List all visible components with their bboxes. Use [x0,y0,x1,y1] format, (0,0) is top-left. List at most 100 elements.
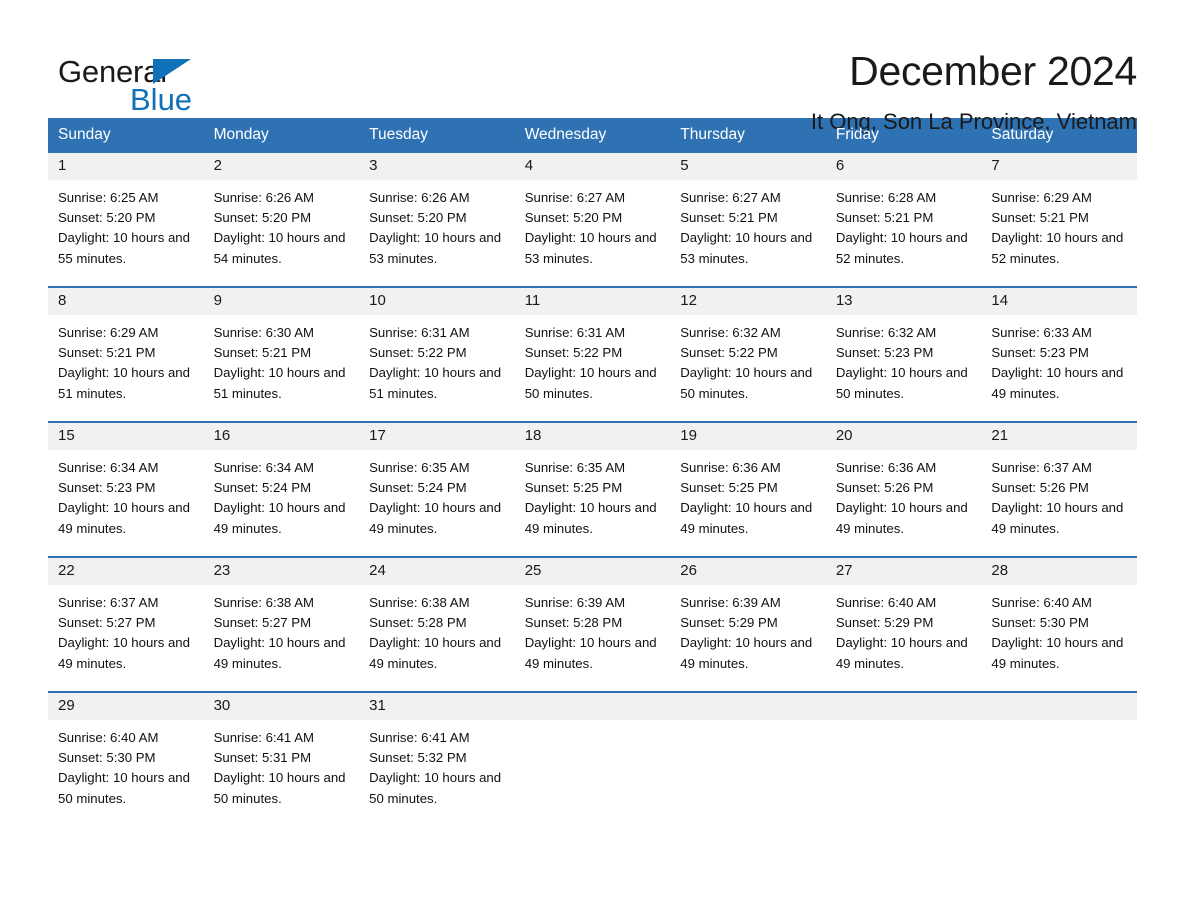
day-details: Sunrise: 6:31 AM Sunset: 5:22 PM Daylight:… [359,315,515,404]
sunrise-text: Sunrise: 6:36 AM [835,460,937,475]
sunset-text: Sunset: 5:27 PM [213,615,312,631]
calendar-day-cell[interactable]: 10 Sunrise: 6:31 AM Sunset: 5:22 PM Dayligh… [359,286,515,422]
calendar-day-cell[interactable]: 14 Sunrise: 6:33 AM Sunset: 5:23 PM Dayligh… [981,286,1137,422]
day-number [981,693,1137,720]
sunrise-text: Sunrise: 6:30 AM [213,325,314,340]
day-cell-inner: 15 Sunrise: 6:34 AM Sunset: 5:23 PM Dayligh… [48,423,204,556]
day-cell-inner: 25 Sunrise: 6:39 AM Sunset: 5:28 PM Dayligh… [514,558,671,691]
sunset-text: Sunset: 5:26 PM [835,480,934,496]
calendar-day-cell[interactable]: 18 Sunrise: 6:35 AM Sunset: 5:25 PM Dayligh… [514,421,671,557]
calendar-day-cell[interactable]: 28 Sunrise: 6:40 AM Sunset: 5:30 PM Dayligh… [981,556,1137,692]
calendar-day-cell[interactable]: 8 Sunrise: 6:29 AM Sunset: 5:21 PM Daylight… [48,286,204,422]
calendar-day-cell[interactable]: 13 Sunrise: 6:32 AM Sunset: 5:23 PM Dayligh… [825,286,982,422]
sunset-text: Sunset: 5:28 PM [524,615,623,631]
calendar-day-cell[interactable]: 31 Sunrise: 6:41 AM Sunset: 5:32 PM Dayligh… [359,691,515,826]
daylight-text: Daylight: 10 hours and 49 minutes. [524,500,657,536]
daylight-text: Daylight: 10 hours and 49 minutes. [991,365,1124,401]
calendar-day-cell-empty [670,691,826,826]
calendar-day-cell[interactable]: 5 Sunrise: 6:27 AM Sunset: 5:21 PM Daylight… [670,153,826,287]
day-details: Sunrise: 6:25 AM Sunset: 5:20 PM Daylight:… [48,180,204,269]
day-cell-inner: 8 Sunrise: 6:29 AM Sunset: 5:21 PM Daylight… [48,288,204,421]
calendar-week-row: 22 Sunrise: 6:37 AM Sunset: 5:27 PM Dayligh… [48,556,1137,692]
day-cell-inner: 9 Sunrise: 6:30 AM Sunset: 5:21 PM Daylight… [203,288,360,421]
calendar-day-cell[interactable]: 12 Sunrise: 6:32 AM Sunset: 5:22 PM Dayligh… [670,286,826,422]
day-details: Sunrise: 6:40 AM Sunset: 5:30 PM Daylight:… [48,720,204,809]
daylight-text: Daylight: 10 hours and 55 minutes. [58,230,190,266]
sunrise-text: Sunrise: 6:32 AM [835,325,937,340]
calendar-day-cell[interactable]: 21 Sunrise: 6:37 AM Sunset: 5:26 PM Dayligh… [981,421,1137,557]
day-number: 23 [203,558,360,585]
sunrise-text: Sunrise: 6:35 AM [369,460,470,475]
calendar-day-cell[interactable]: 15 Sunrise: 6:34 AM Sunset: 5:23 PM Dayligh… [48,421,204,557]
calendar-day-cell[interactable]: 7 Sunrise: 6:29 AM Sunset: 5:21 PM Daylight… [981,153,1137,287]
daylight-text: Daylight: 10 hours and 49 minutes. [524,635,657,671]
day-cell-inner: 13 Sunrise: 6:32 AM Sunset: 5:23 PM Dayligh… [825,288,982,421]
daylight-text: Daylight: 10 hours and 51 minutes. [58,365,190,401]
sunset-text: Sunset: 5:21 PM [213,345,312,361]
day-details: Sunrise: 6:29 AM Sunset: 5:21 PM Daylight:… [48,315,204,404]
calendar-day-cell[interactable]: 29 Sunrise: 6:40 AM Sunset: 5:30 PM Dayligh… [48,691,204,826]
day-cell-inner: 4 Sunrise: 6:27 AM Sunset: 5:20 PM Daylight… [514,153,671,286]
sunrise-text: Sunrise: 6:40 AM [58,730,159,745]
calendar-week-row: 8 Sunrise: 6:29 AM Sunset: 5:21 PM Daylight… [48,286,1137,422]
day-number: 13 [825,288,982,315]
sunrise-text: Sunrise: 6:40 AM [835,595,937,610]
general-blue-logo: General Blue [58,48,208,120]
day-cell-inner: 28 Sunrise: 6:40 AM Sunset: 5:30 PM Dayligh… [981,558,1137,691]
calendar-day-cell[interactable]: 26 Sunrise: 6:39 AM Sunset: 5:29 PM Dayligh… [670,556,826,692]
sunrise-text: Sunrise: 6:35 AM [524,460,626,475]
calendar-day-cell[interactable]: 6 Sunrise: 6:28 AM Sunset: 5:21 PM Daylight… [825,153,982,287]
day-details: Sunrise: 6:32 AM Sunset: 5:22 PM Daylight:… [670,315,826,404]
calendar-day-cell[interactable]: 25 Sunrise: 6:39 AM Sunset: 5:28 PM Dayligh… [514,556,671,692]
calendar-day-cell[interactable]: 17 Sunrise: 6:35 AM Sunset: 5:24 PM Dayligh… [359,421,515,557]
sunrise-text: Sunrise: 6:25 AM [58,190,159,205]
day-cell-inner: 22 Sunrise: 6:37 AM Sunset: 5:27 PM Dayligh… [48,558,204,691]
day-details: Sunrise: 6:27 AM Sunset: 5:21 PM Daylight:… [670,180,826,269]
day-cell-inner: 24 Sunrise: 6:38 AM Sunset: 5:28 PM Dayligh… [359,558,515,691]
calendar-day-cell[interactable]: 3 Sunrise: 6:26 AM Sunset: 5:20 PM Daylight… [359,153,515,287]
sunrise-sunset-calendar: Sunday Monday Tuesday Wednesday Thursday… [48,118,1137,826]
sunset-text: Sunset: 5:22 PM [524,345,623,361]
calendar-day-cell[interactable]: 20 Sunrise: 6:36 AM Sunset: 5:26 PM Dayligh… [825,421,982,557]
sunrise-text: Sunrise: 6:27 AM [524,190,626,205]
daylight-text: Daylight: 10 hours and 54 minutes. [213,230,346,266]
daylight-text: Daylight: 10 hours and 50 minutes. [524,365,657,401]
daylight-text: Daylight: 10 hours and 49 minutes. [991,635,1124,671]
day-number: 12 [670,288,826,315]
day-cell-inner: 1 Sunrise: 6:25 AM Sunset: 5:20 PM Daylight… [48,153,204,286]
daylight-text: Daylight: 10 hours and 49 minutes. [58,500,190,536]
calendar-day-cell[interactable]: 2 Sunrise: 6:26 AM Sunset: 5:20 PM Daylight… [203,153,360,287]
daylight-text: Daylight: 10 hours and 49 minutes. [213,635,346,671]
calendar-day-cell[interactable]: 22 Sunrise: 6:37 AM Sunset: 5:27 PM Dayligh… [48,556,204,692]
day-details: Sunrise: 6:41 AM Sunset: 5:32 PM Daylight:… [359,720,515,809]
daylight-text: Daylight: 10 hours and 53 minutes. [369,230,502,266]
day-number: 31 [359,693,515,720]
day-cell-inner: 10 Sunrise: 6:31 AM Sunset: 5:22 PM Dayligh… [359,288,515,421]
daylight-text: Daylight: 10 hours and 52 minutes. [991,230,1124,266]
calendar-page: General Blue December 2024 It Ong, Son L… [0,0,1188,918]
day-details: Sunrise: 6:27 AM Sunset: 5:20 PM Daylight:… [515,180,671,269]
calendar-day-cell[interactable]: 11 Sunrise: 6:31 AM Sunset: 5:22 PM Dayligh… [514,286,671,422]
sunset-text: Sunset: 5:20 PM [213,210,312,226]
calendar-day-cell[interactable]: 30 Sunrise: 6:41 AM Sunset: 5:31 PM Dayligh… [203,691,360,826]
calendar-day-cell[interactable]: 1 Sunrise: 6:25 AM Sunset: 5:20 PM Daylight… [48,153,204,287]
calendar-day-cell-empty [981,691,1137,826]
day-cell-inner: 26 Sunrise: 6:39 AM Sunset: 5:29 PM Dayligh… [670,558,826,691]
calendar-week-row: 29 Sunrise: 6:40 AM Sunset: 5:30 PM Dayligh… [48,691,1137,826]
sunrise-text: Sunrise: 6:28 AM [835,190,937,205]
calendar-day-cell[interactable]: 23 Sunrise: 6:38 AM Sunset: 5:27 PM Dayligh… [203,556,360,692]
calendar-day-cell[interactable]: 9 Sunrise: 6:30 AM Sunset: 5:21 PM Daylight… [203,286,360,422]
day-cell-inner [670,693,826,826]
sunset-text: Sunset: 5:23 PM [991,345,1089,361]
calendar-day-cell[interactable]: 24 Sunrise: 6:38 AM Sunset: 5:28 PM Dayligh… [359,556,515,692]
sunrise-text: Sunrise: 6:26 AM [369,190,470,205]
sunset-text: Sunset: 5:29 PM [835,615,934,631]
daylight-text: Daylight: 10 hours and 49 minutes. [369,500,502,536]
sunrise-text: Sunrise: 6:31 AM [369,325,470,340]
sunrise-text: Sunrise: 6:29 AM [58,325,159,340]
calendar-day-cell[interactable]: 27 Sunrise: 6:40 AM Sunset: 5:29 PM Dayligh… [825,556,982,692]
calendar-day-cell[interactable]: 16 Sunrise: 6:34 AM Sunset: 5:24 PM Dayligh… [203,421,360,557]
calendar-day-cell[interactable]: 19 Sunrise: 6:36 AM Sunset: 5:25 PM Dayligh… [670,421,826,557]
day-details: Sunrise: 6:26 AM Sunset: 5:20 PM Daylight:… [359,180,515,269]
calendar-day-cell[interactable]: 4 Sunrise: 6:27 AM Sunset: 5:20 PM Daylight… [514,153,671,287]
